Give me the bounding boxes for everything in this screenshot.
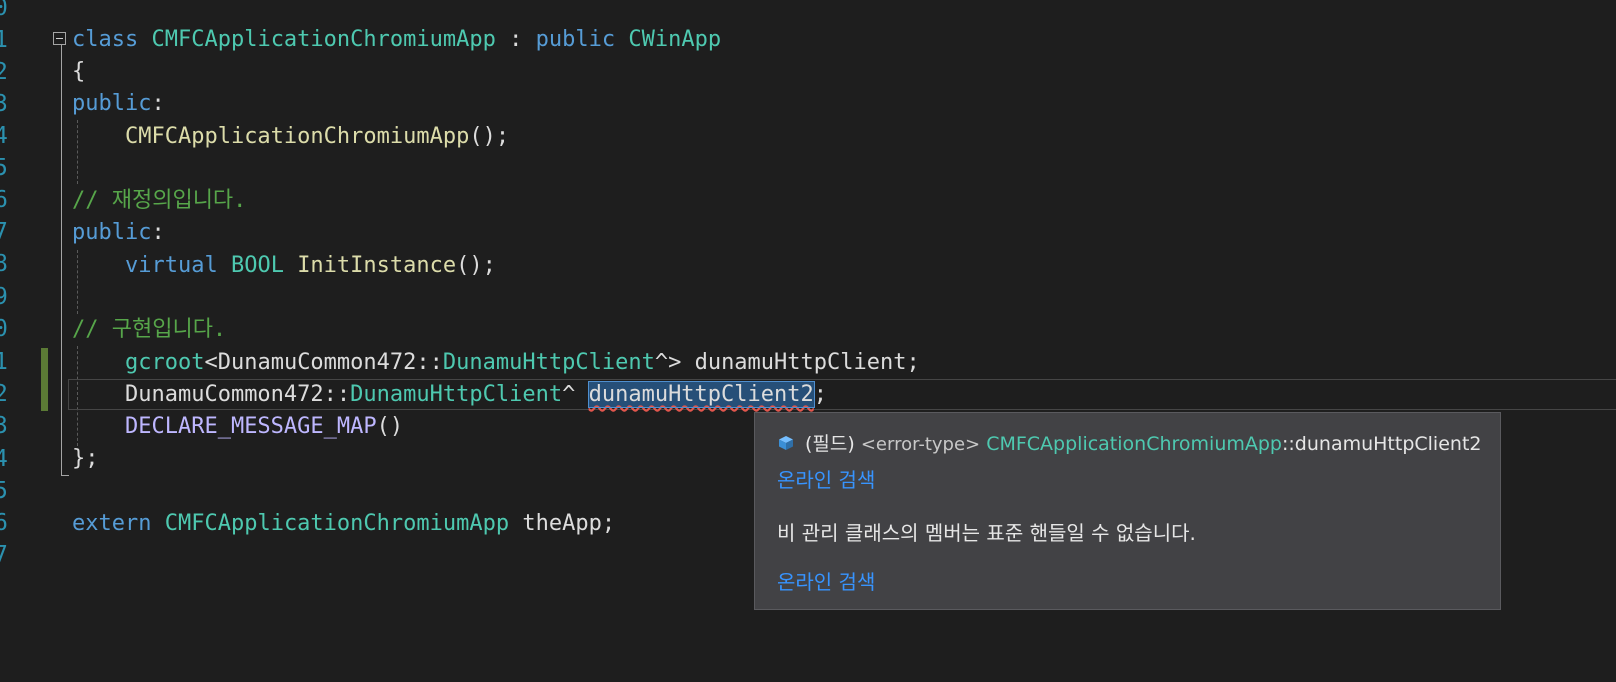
line-number: 0 <box>0 0 8 21</box>
punctuation: : <box>151 91 165 116</box>
keyword: public <box>535 27 616 52</box>
punctuation: < <box>204 350 218 375</box>
outline-guide-end <box>61 475 69 476</box>
field-icon <box>777 434 795 450</box>
access-specifier: public <box>72 91 152 116</box>
punctuation: (); <box>456 253 496 278</box>
code-line-13[interactable]: DECLARE_MESSAGE_MAP() <box>72 410 403 443</box>
function-name: InitInstance <box>297 253 457 278</box>
base-class-name: CWinApp <box>628 27 722 52</box>
line-number: 5 <box>0 155 8 181</box>
tooltip-error-type: <error-type> <box>860 434 981 455</box>
code-line-11[interactable]: gcroot<DunamuCommon472::DunamuHttpClient… <box>72 346 920 379</box>
search-online-link[interactable]: 온라인 검색 <box>777 464 875 493</box>
comment: // 구현입니다. <box>72 317 227 342</box>
line-number: 6 <box>0 510 8 536</box>
tooltip-class-name: CMFCApplicationChromiumApp <box>986 433 1282 455</box>
line-number: 2 <box>0 59 8 85</box>
line-number: 7 <box>0 219 8 245</box>
class-name: CMFCApplicationChromiumApp <box>151 27 496 52</box>
code-line-1[interactable]: class CMFCApplicationChromiumApp : publi… <box>72 23 721 56</box>
class-name: DunamuHttpClient <box>442 350 655 375</box>
template-name: gcroot <box>124 350 205 375</box>
namespace-name: DunamuCommon472 <box>124 382 324 407</box>
keyword: extern <box>72 511 152 536</box>
brace: { <box>72 59 86 84</box>
code-editor[interactable]: 0 1 2 3 4 5 6 7 8 9 0 1 2 3 4 5 6 7 class CMFCApplication… <box>0 0 1616 682</box>
variable-name: theApp; <box>509 511 616 536</box>
line-number: 3 <box>0 413 8 439</box>
punctuation: () <box>376 414 404 439</box>
error-message: 비 관리 클래스의 멤버는 표준 핸들일 수 없습니다. <box>777 521 1196 545</box>
comment: // 재정의입니다. <box>72 188 247 213</box>
member-name: dunamuHttpClient; <box>681 350 920 375</box>
line-number: 8 <box>0 251 8 277</box>
access-specifier: public <box>72 220 152 245</box>
code-line-6[interactable]: // 재정의입니다. <box>72 184 246 217</box>
punctuation: : <box>151 220 165 245</box>
line-number: 9 <box>0 284 8 310</box>
tooltip-kind: (필드) <box>805 433 855 455</box>
keyword: class <box>72 27 139 52</box>
code-line-2[interactable]: { <box>72 55 85 88</box>
class-name: DunamuHttpClient <box>350 382 563 407</box>
constructor-name: CMFCApplicationChromiumApp <box>124 124 470 149</box>
code-line-8[interactable]: virtual BOOL InitInstance(); <box>72 249 496 282</box>
line-number: 2 <box>0 381 8 407</box>
punctuation: (); <box>469 124 510 149</box>
quick-info-tooltip: (필드) <error-type> CMFCApplicationChromiu… <box>754 412 1501 610</box>
outline-guide <box>61 40 62 476</box>
punctuation: : <box>495 27 536 52</box>
code-line-16[interactable]: extern CMFCApplicationChromiumApp theApp… <box>72 507 615 540</box>
collapse-toggle[interactable] <box>53 32 66 45</box>
selected-member-error[interactable]: dunamuHttpClient2 <box>587 381 815 408</box>
line-number: 5 <box>0 478 8 504</box>
macro-name: DECLARE_MESSAGE_MAP <box>124 414 377 439</box>
punctuation: ^> <box>654 350 682 375</box>
line-number: 3 <box>0 91 8 117</box>
tooltip-signature: (필드) <error-type> CMFCApplicationChromiu… <box>777 429 1481 456</box>
line-number: 4 <box>0 446 8 472</box>
line-number: 7 <box>0 542 8 568</box>
code-line-7[interactable]: public: <box>72 216 165 249</box>
code-line-3[interactable]: public: <box>72 87 165 120</box>
tooltip-member-name: ::dunamuHttpClient2 <box>1282 433 1482 455</box>
namespace-name: DunamuCommon472 <box>217 350 417 375</box>
scope-operator: :: <box>416 350 443 375</box>
type-name: CMFCApplicationChromiumApp <box>164 511 510 536</box>
code-line-14[interactable]: }; <box>72 442 99 475</box>
search-online-link-error[interactable]: 온라인 검색 <box>777 566 875 595</box>
code-line-10[interactable]: // 구현입니다. <box>72 313 226 346</box>
line-number: 1 <box>0 349 8 375</box>
punctuation: ^ <box>562 382 589 407</box>
change-indicator <box>41 348 48 411</box>
line-number: 0 <box>0 316 8 342</box>
punctuation: ; <box>813 382 828 407</box>
keyword: virtual <box>124 253 218 278</box>
scope-operator: :: <box>323 382 351 407</box>
line-number: 1 <box>0 27 8 53</box>
closing-brace: }; <box>72 446 99 471</box>
type-name: BOOL <box>230 253 284 278</box>
line-number: 6 <box>0 187 8 213</box>
code-line-4[interactable]: CMFCApplicationChromiumApp(); <box>72 120 509 153</box>
line-number: 4 <box>0 123 8 149</box>
code-line-12[interactable]: DunamuCommon472::DunamuHttpClient^ dunam… <box>72 378 827 411</box>
